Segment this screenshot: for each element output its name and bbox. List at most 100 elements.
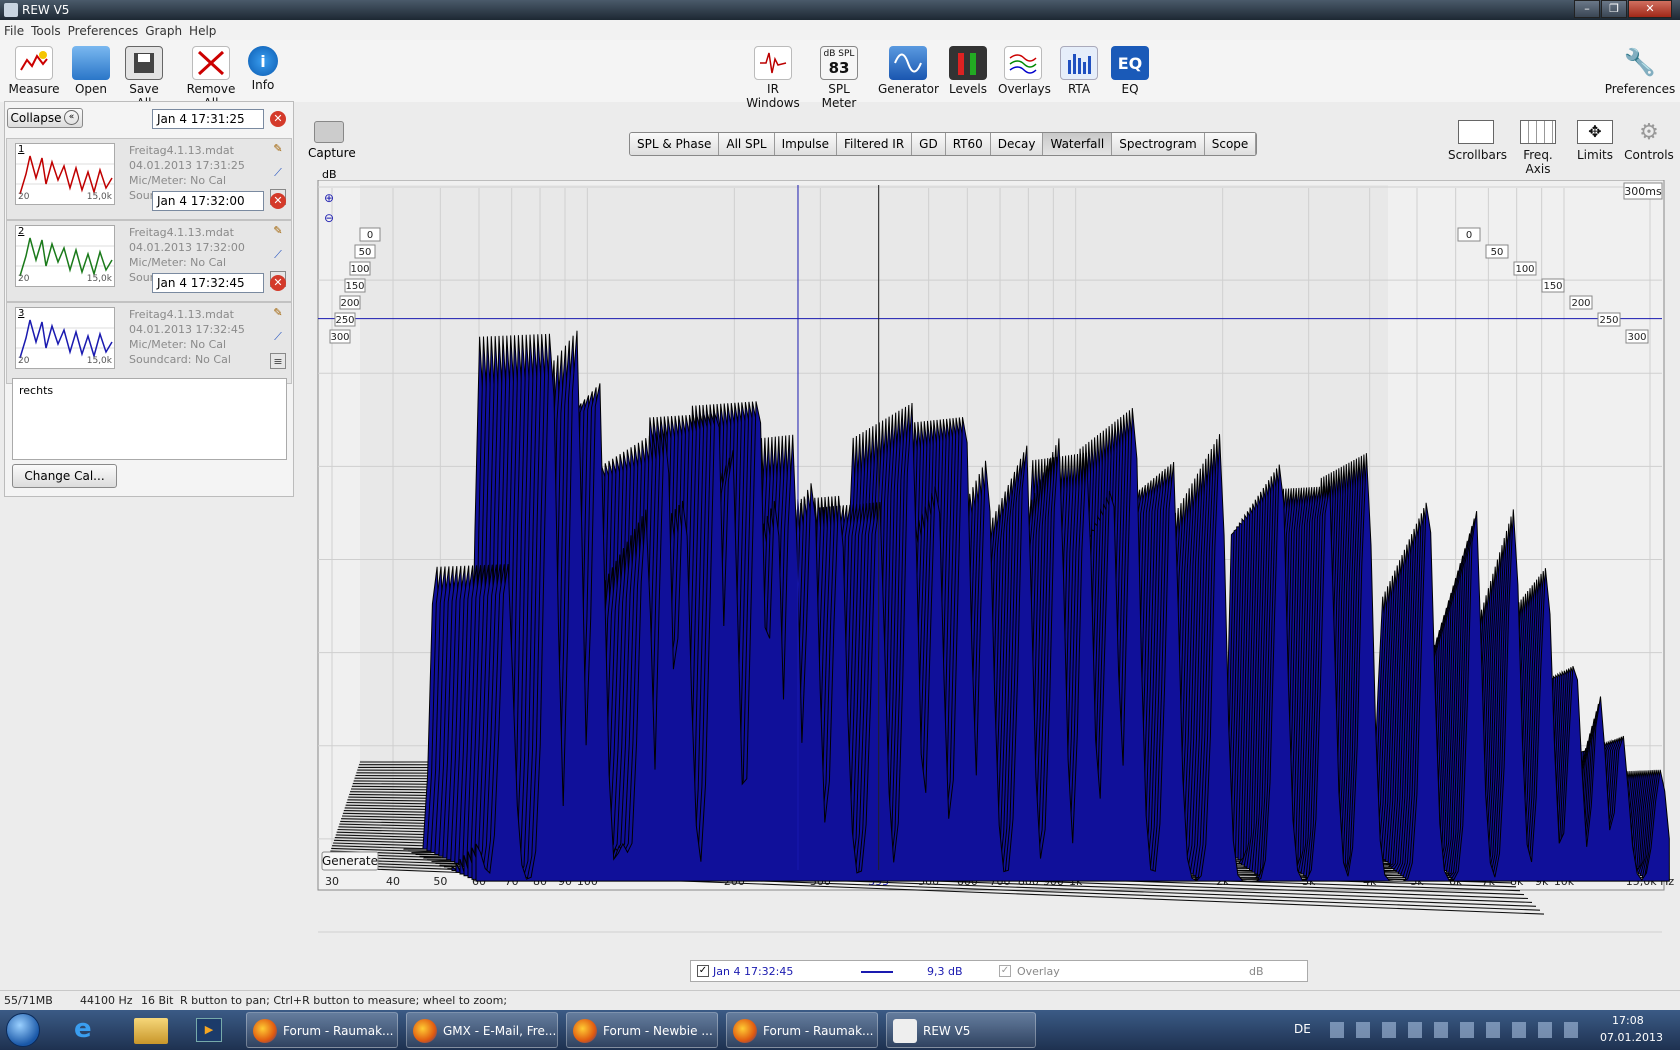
tab-filtered-ir[interactable]: Filtered IR: [837, 133, 913, 155]
tab-spectrogram[interactable]: Spectrogram: [1112, 133, 1205, 155]
eq-button[interactable]: EQ EQ: [1110, 40, 1150, 96]
taskbar-item[interactable]: Forum - Raumak...: [726, 1012, 878, 1048]
remove-measurement-icon[interactable]: ✕: [270, 111, 286, 127]
taskbar: e ▶ Forum - Raumak... GMX - E-Mail, Fre..…: [0, 1010, 1680, 1050]
levels-button[interactable]: Levels: [948, 40, 988, 96]
wand-icon[interactable]: ⟋: [270, 165, 286, 181]
time-tick-label-right: 250: [1599, 315, 1618, 326]
tab-waterfall[interactable]: Waterfall: [1043, 133, 1113, 155]
measurement-date-field[interactable]: Jan 4 17:31:25: [152, 109, 264, 129]
taskbar-item[interactable]: REW V5: [886, 1012, 1036, 1048]
scrollbars-button[interactable]: Scrollbars: [1448, 120, 1507, 162]
edit-measurement-icon[interactable]: ✎: [270, 305, 286, 321]
measurement-filename: Freitag4.1.13.mdat: [129, 144, 234, 157]
spl-meter-value: 83: [828, 59, 850, 77]
status-memory: 55/71MB: [4, 994, 53, 1007]
menu-file[interactable]: File: [0, 20, 27, 38]
spl-meter-label: SPL Meter: [821, 82, 857, 110]
overlays-button[interactable]: Overlays: [998, 40, 1051, 96]
change-cal-button[interactable]: Change Cal...: [12, 464, 117, 488]
minimize-button[interactable]: –: [1574, 0, 1600, 18]
open-label: Open: [74, 82, 108, 96]
edit-measurement-icon[interactable]: ✎: [270, 141, 286, 157]
open-button[interactable]: Open: [70, 40, 112, 96]
tab-rt60[interactable]: RT60: [945, 133, 991, 155]
measure-button[interactable]: Measure: [4, 40, 64, 96]
wand-icon[interactable]: ⟋: [270, 247, 286, 263]
eq-label: EQ: [1121, 82, 1139, 96]
thumb-x-min: 20: [18, 192, 30, 202]
measurement-filename: Freitag4.1.13.mdat: [129, 308, 234, 321]
freq-axis-button[interactable]: Freq. Axis: [1510, 120, 1566, 176]
remove-all-button[interactable]: Remove All: [180, 40, 242, 110]
app-icon: [4, 3, 18, 17]
measurement-date-field[interactable]: Jan 4 17:32:45: [152, 273, 264, 293]
taskbar-item[interactable]: Forum - Raumak...: [246, 1012, 398, 1048]
wrench-icon: 🔧: [1623, 48, 1657, 78]
legend-series-name: Jan 4 17:32:45: [713, 965, 794, 978]
zoom-out-icon[interactable]: ⊖: [324, 211, 334, 225]
overlay-label: Overlay: [1017, 965, 1060, 978]
media-player-icon[interactable]: ▶: [196, 1018, 222, 1042]
graph-tabs: SPL & Phase All SPL Impulse Filtered IR GD RT…: [629, 132, 1258, 156]
limits-icon: ✥: [1577, 120, 1613, 144]
measurement-timestamp: 04.01.2013 17:31:25: [129, 159, 245, 172]
overlay-checkbox[interactable]: ✓: [999, 965, 1011, 977]
rta-button[interactable]: RTA: [1060, 40, 1098, 96]
legend-line: [861, 971, 893, 973]
system-tray-icons[interactable]: [1330, 1022, 1580, 1038]
measurement-date-field[interactable]: Jan 4 17:32:00: [152, 191, 264, 211]
menu-help[interactable]: Help: [185, 20, 219, 38]
scrollbars-icon: [1458, 120, 1494, 144]
time-tick-label-right: 0: [1466, 230, 1472, 241]
generator-button[interactable]: Generator: [878, 40, 939, 96]
language-indicator[interactable]: DE: [1294, 1022, 1311, 1036]
controls-button[interactable]: ⚙ Controls: [1622, 120, 1676, 162]
edit-measurement-icon[interactable]: ✎: [270, 223, 286, 239]
save-all-button[interactable]: Save All: [120, 40, 168, 110]
tab-scope[interactable]: Scope: [1204, 133, 1257, 155]
taskbar-item[interactable]: GMX - E-Mail, Fre...: [406, 1012, 558, 1048]
measurement-card[interactable]: Jan 4 17:32:45 ✕ 3 20 15,0k Freitag4.1.1…: [6, 273, 292, 384]
menu-preferences[interactable]: Preferences: [64, 20, 142, 38]
info-button[interactable]: i Info: [246, 40, 280, 92]
menu-graph[interactable]: Graph: [141, 20, 185, 38]
menu-tools[interactable]: Tools: [27, 20, 64, 38]
measurement-thumbnail[interactable]: 1 20 15,0k: [15, 143, 115, 205]
spl-meter-button[interactable]: dB SPL 83 SPL Meter: [812, 40, 866, 110]
time-max-label: 300ms: [1624, 185, 1662, 198]
preferences-button[interactable]: 🔧 Preferences: [1604, 40, 1676, 96]
limits-button[interactable]: ✥ Limits: [1570, 120, 1620, 162]
remove-measurement-icon[interactable]: ✕: [270, 275, 286, 291]
taskbar-item[interactable]: Forum - Newbie ...: [566, 1012, 718, 1048]
tab-gd[interactable]: GD: [912, 133, 946, 155]
collapse-button[interactable]: Collapse «: [7, 108, 83, 128]
start-button[interactable]: [6, 1013, 40, 1047]
maximize-button[interactable]: ❐: [1601, 0, 1627, 18]
ir-windows-button[interactable]: IR Windows: [740, 40, 806, 110]
tab-all-spl[interactable]: All SPL: [719, 133, 775, 155]
info-small-icon[interactable]: ≡: [270, 353, 286, 369]
close-button[interactable]: ✕: [1628, 0, 1672, 18]
tab-impulse[interactable]: Impulse: [774, 133, 838, 155]
time-tick-label-left: 150: [345, 281, 364, 292]
clock-date: 07.01.2013: [1600, 1031, 1663, 1044]
tab-spl-phase[interactable]: SPL & Phase: [630, 133, 720, 155]
generate-button[interactable]: Generate: [321, 851, 379, 871]
generate-label: Generate: [322, 854, 378, 868]
capture-button[interactable]: Capture: [308, 121, 356, 160]
explorer-icon[interactable]: [134, 1018, 168, 1044]
tab-decay[interactable]: Decay: [990, 133, 1044, 155]
remove-measurement-icon[interactable]: ✕: [270, 193, 286, 209]
waterfall-plot[interactable]: 3040506070809010020030039550060070080090…: [275, 179, 1676, 940]
zoom-in-icon[interactable]: ⊕: [324, 191, 334, 205]
legend-checkbox[interactable]: ✓: [697, 965, 709, 977]
wand-icon[interactable]: ⟋: [270, 329, 286, 345]
notes-textarea[interactable]: rechts: [12, 378, 287, 460]
time-tick-label-right: 50: [1491, 247, 1504, 258]
measurement-thumbnail[interactable]: 2 20 15,0k: [15, 225, 115, 287]
measurement-thumbnail[interactable]: 3 20 15,0k: [15, 307, 115, 369]
controls-label: Controls: [1624, 148, 1674, 162]
measurement-timestamp: 04.01.2013 17:32:00: [129, 241, 245, 254]
ie-icon[interactable]: e: [74, 1016, 102, 1044]
